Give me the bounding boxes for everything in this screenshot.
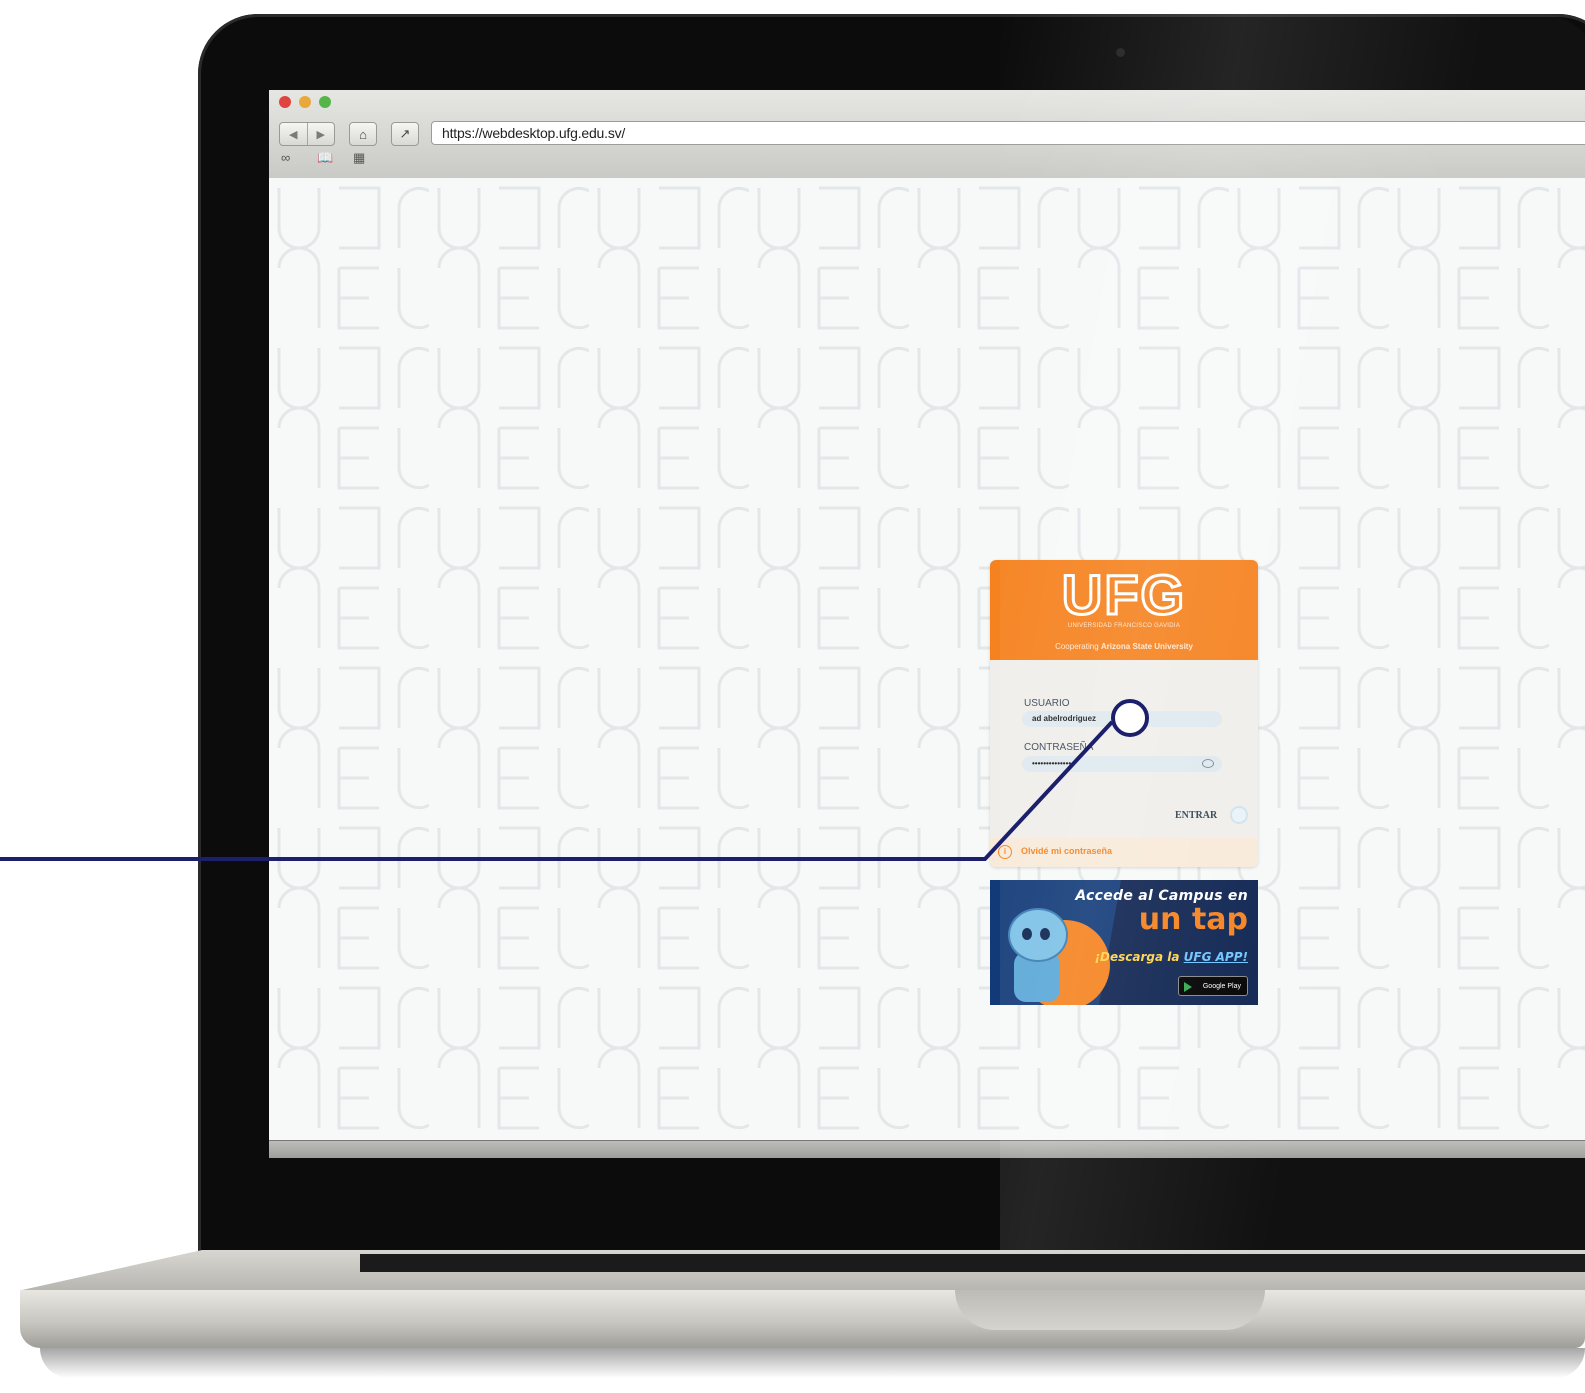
enter-button[interactable]: ENTRAR — [1175, 810, 1217, 821]
address-bar[interactable]: https://webdesktop.ufg.edu.sv/ — [431, 121, 1585, 145]
username-field[interactable]: ad abelrodriguez — [1022, 711, 1222, 727]
share-icon[interactable]: ↗ — [391, 122, 419, 146]
book-icon[interactable]: 📖 — [317, 150, 333, 166]
forgot-password-row: i Olvidé mi contraseña — [990, 838, 1258, 867]
background-pattern — [269, 178, 1585, 1140]
enter-arrow-icon[interactable] — [1230, 806, 1248, 824]
robot-eye-right — [1040, 928, 1050, 940]
university-name: UNIVERSIDAD FRANCISCO GAVIDIA — [1067, 623, 1181, 629]
password-value: ••••••••••••••• — [1032, 759, 1075, 768]
card-header: UFG UNIVERSIDAD FRANCISCO GAVIDIA Cooper… — [990, 560, 1258, 660]
google-play-icon — [1184, 982, 1192, 992]
reading-glasses-icon[interactable]: ∞ — [281, 150, 290, 165]
app-promo-banner[interactable]: Accede al Campus en un tap ¡Descarga la … — [990, 880, 1258, 1005]
close-window-button[interactable] — [279, 96, 291, 108]
grid-icon[interactable]: ▦ — [353, 150, 365, 166]
nav-buttons: ◀ ▶ — [279, 122, 335, 146]
username-label: USUARIO — [1024, 698, 1070, 709]
password-label: CONTRASEÑA — [1024, 742, 1094, 753]
forward-arrow-icon[interactable]: ▶ — [306, 123, 335, 145]
keyboard-edge — [360, 1254, 1585, 1272]
ufg-logo: UFG — [1060, 562, 1187, 628]
google-play-badge[interactable]: Google Play — [1178, 976, 1248, 996]
camera-icon — [1116, 48, 1125, 57]
screen: ◀ ▶ ⌂ ↗ https://webdesktop.ufg.edu.sv/ ∞… — [269, 90, 1585, 1158]
back-arrow-icon[interactable]: ◀ — [280, 123, 307, 145]
partner-prefix: Cooperating — [1055, 642, 1099, 651]
robot-eye-left — [1022, 928, 1032, 940]
screen-bottom-bar — [269, 1140, 1585, 1158]
partner-name: Arizona State University — [1100, 642, 1193, 651]
laptop-base — [20, 1290, 1585, 1348]
info-icon: i — [998, 845, 1012, 859]
login-card: UFG UNIVERSIDAD FRANCISCO GAVIDIA Cooper… — [990, 560, 1258, 867]
minimize-window-button[interactable] — [299, 96, 311, 108]
maximize-window-button[interactable] — [319, 96, 331, 108]
laptop-notch — [955, 1290, 1265, 1330]
home-icon[interactable]: ⌂ — [349, 122, 377, 146]
promo-tagline: un tap — [1138, 902, 1248, 937]
forgot-password-link[interactable]: Olvidé mi contraseña — [1021, 846, 1112, 856]
promo-app-name: UFG APP! — [1183, 950, 1248, 964]
promo-download-text: ¡Descarga la UFG APP! — [1095, 950, 1248, 964]
laptop-shadow — [40, 1348, 1585, 1378]
eye-icon[interactable] — [1202, 759, 1214, 768]
promo-download-prefix: ¡Descarga la — [1094, 950, 1180, 964]
browser-toolbar: ◀ ▶ ⌂ ↗ https://webdesktop.ufg.edu.sv/ ∞… — [269, 90, 1585, 179]
web-page: UFG UNIVERSIDAD FRANCISCO GAVIDIA Cooper… — [269, 178, 1585, 1140]
password-field[interactable]: ••••••••••••••• — [1022, 756, 1222, 772]
robot-mascot-icon — [1008, 908, 1068, 962]
partner-line: Cooperating Arizona State University — [990, 642, 1258, 651]
google-play-label: Google Play — [1202, 983, 1241, 990]
